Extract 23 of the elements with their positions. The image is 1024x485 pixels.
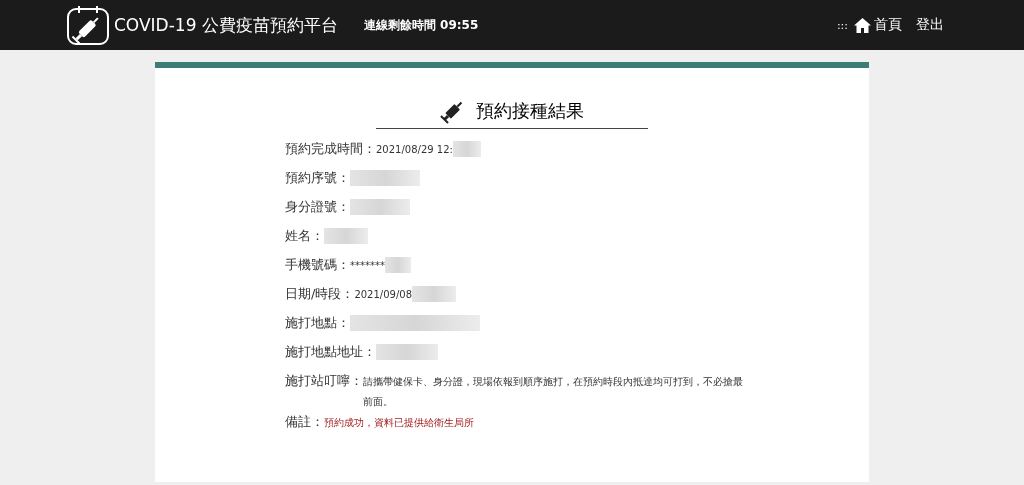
field-label: 施打站叮嚀： — [285, 372, 363, 390]
field-label: 手機號碼： — [285, 256, 350, 274]
field-label: 身分證號： — [285, 198, 350, 216]
session-timer: 連線剩餘時間 09:55 — [363, 16, 479, 34]
home-icon — [854, 17, 871, 33]
field-value: 請攜帶健保卡、身分證，現場依報到順序施打，在預約時段內抵達均可打到，不必搶最前面。 — [363, 375, 743, 409]
home-link[interactable]: 首頁 — [854, 16, 902, 34]
field-label: 施打地點地址： — [285, 343, 376, 361]
site-title: COVID-19 公費疫苗預約平台 — [114, 13, 338, 37]
field-value: 2021/09/08 — [354, 288, 413, 302]
field-value: 2021/08/29 12: — [376, 143, 453, 157]
field-label: 姓名： — [285, 227, 324, 245]
field-label: 施打地點： — [285, 314, 350, 332]
menu-glyph: ::: — [836, 18, 848, 32]
field-label: 備註： — [285, 413, 324, 431]
field-value: 預約成功，資料已提供給衛生局所 — [324, 416, 474, 430]
syringe-logo-icon — [66, 4, 110, 46]
field-label: 日期/時段： — [285, 285, 355, 303]
field-label: 預約序號： — [285, 169, 350, 187]
logout-link[interactable]: 登出 — [916, 16, 944, 34]
field-value: ******* — [350, 259, 385, 273]
result-title: 預約接種結果 — [476, 99, 584, 123]
field-label: 預約完成時間： — [285, 140, 376, 158]
